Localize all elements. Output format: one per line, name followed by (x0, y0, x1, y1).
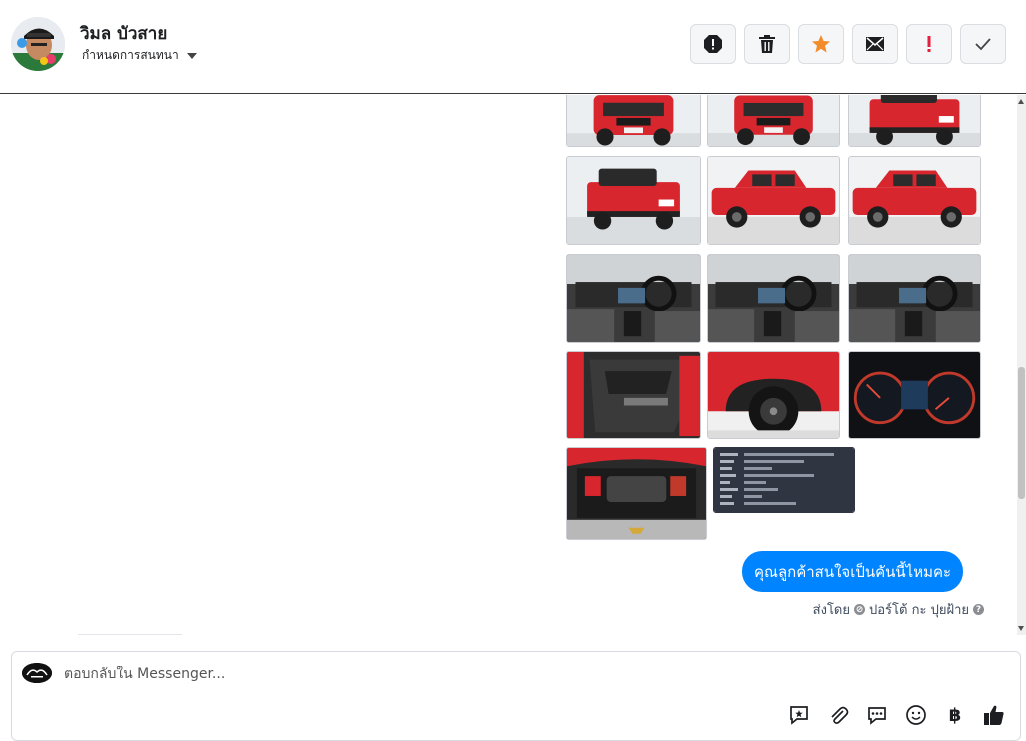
divider (78, 634, 182, 635)
truck-front-image (708, 95, 839, 146)
message-bubble[interactable]: คุณลูกค้าสนใจเป็นคันนี้ไหมคะ (742, 551, 964, 592)
envelope-icon (866, 37, 884, 51)
photo-door-panel[interactable] (566, 351, 701, 439)
alert-octagon-icon (704, 35, 722, 53)
attachment-button[interactable] (825, 702, 851, 728)
photo-truck-side-1[interactable] (707, 156, 840, 245)
done-button[interactable] (960, 24, 1006, 64)
follow-up-button[interactable] (906, 24, 952, 64)
scrollbar-thumb[interactable] (1018, 367, 1025, 499)
star-button[interactable] (798, 24, 844, 64)
scrollbar[interactable] (1017, 95, 1026, 635)
photo-engine-bay[interactable] (566, 447, 707, 540)
emoji-icon (906, 705, 926, 725)
payment-button[interactable]: ฿ (942, 702, 968, 728)
photo-truck-rear-2[interactable] (566, 156, 701, 245)
chevron-down-icon (186, 52, 197, 59)
photo-interior-console[interactable] (848, 254, 981, 343)
sent-by-label: ส่งโดย (812, 603, 850, 618)
truck-rear-image (849, 95, 980, 146)
composer-tools: ฿ (786, 702, 1007, 728)
message-thread: คุณลูกค้าสนใจเป็นคันนี้ไหมคะ ส่งโดย ⊘ ปอ… (0, 95, 1026, 635)
photo-spec-sheet[interactable] (713, 447, 855, 513)
emoji-button[interactable] (903, 702, 929, 728)
comment-button[interactable] (864, 702, 890, 728)
like-button[interactable] (981, 702, 1007, 728)
photo-gauge-cluster[interactable] (848, 351, 981, 439)
interior-image (849, 255, 980, 342)
contact-avatar[interactable] (11, 17, 65, 71)
mark-unread-button[interactable] (852, 24, 898, 64)
photo-truck-side-2[interactable] (848, 156, 981, 245)
interior-image (567, 255, 700, 342)
door-image (567, 352, 700, 438)
star-icon (812, 35, 830, 53)
thumbs-up-icon (984, 705, 1004, 725)
interior-image (708, 255, 839, 342)
check-icon (975, 38, 991, 51)
document-image (714, 448, 854, 512)
gauges-image (849, 352, 980, 438)
page-logo (22, 663, 52, 683)
photo-truck-front-2[interactable] (707, 95, 840, 147)
reply-composer: ฿ (11, 651, 1021, 741)
scroll-up-arrow[interactable] (1018, 99, 1024, 104)
help-icon[interactable]: ? (973, 604, 984, 615)
delete-button[interactable] (744, 24, 790, 64)
conversation-header: วิมล บัวสาย กำหนดการสนทนา (0, 0, 1026, 94)
conversation-settings-dropdown[interactable]: กำหนดการสนทนา (82, 46, 197, 65)
saved-reply-icon (790, 706, 808, 725)
contact-name[interactable]: วิมล บัวสาย (80, 20, 167, 47)
sent-by-line: ส่งโดย ⊘ ปอร์โต้ กะ ปุยฝ้าย ? (813, 599, 984, 620)
truck-side-image (849, 157, 980, 244)
trash-icon (759, 35, 775, 53)
mark-spam-button[interactable] (690, 24, 736, 64)
comment-icon (868, 707, 886, 725)
truck-front-image (567, 95, 700, 146)
photo-interior-shifter[interactable] (566, 254, 701, 343)
wheel-image (708, 352, 839, 438)
photo-truck-front-1[interactable] (566, 95, 701, 147)
contact-photo (11, 17, 65, 71)
page-avatar (22, 663, 52, 683)
conversation-settings-label: กำหนดการสนทนา (82, 48, 179, 62)
truck-rear-image (567, 157, 700, 244)
ban-icon: ⊘ (854, 604, 865, 615)
sender-name[interactable]: ปอร์โต้ กะ ปุยฝ้าย (869, 599, 969, 620)
engine-image (567, 448, 706, 539)
photo-truck-rear-1[interactable] (848, 95, 981, 147)
baht-icon: ฿ (948, 704, 962, 726)
photo-front-wheel[interactable] (707, 351, 840, 439)
saved-reply-button[interactable] (786, 702, 812, 728)
exclamation-icon (927, 36, 931, 52)
attachment-icon (831, 706, 849, 724)
header-actions (690, 24, 1006, 64)
truck-side-image (708, 157, 839, 244)
message-text: คุณลูกค้าสนใจเป็นคันนี้ไหมคะ (754, 562, 952, 581)
scroll-down-arrow[interactable] (1018, 626, 1024, 631)
photo-interior-dashboard[interactable] (707, 254, 840, 343)
reply-input[interactable] (64, 666, 664, 682)
